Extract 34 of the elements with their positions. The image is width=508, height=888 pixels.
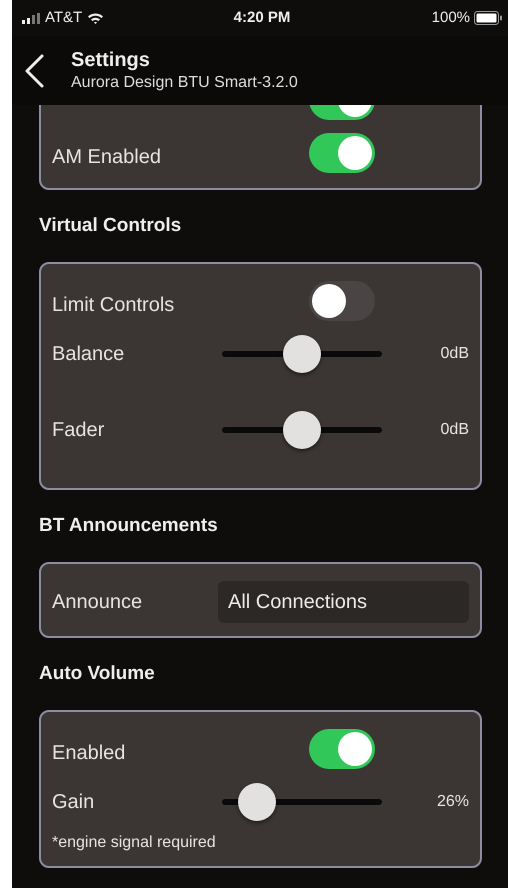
dropdown-field[interactable]: All Connections <box>218 581 469 623</box>
section-title: Virtual Controls <box>39 214 182 238</box>
page-subtitle: Aurora Design BTU Smart-3.2.0 <box>71 72 298 92</box>
setting-label: Enabled <box>52 741 126 766</box>
battery-percentage: 100% <box>432 8 470 28</box>
slider-value: 26% <box>436 792 469 812</box>
slider-thumb[interactable] <box>283 335 321 373</box>
wifi-icon <box>87 12 104 24</box>
slider-thumb[interactable] <box>238 783 276 821</box>
carrier-name: AT&T <box>45 8 82 28</box>
clock-time: 4:20 PM <box>234 8 290 28</box>
slider[interactable] <box>222 783 382 821</box>
setting-label: Limit Controls <box>52 293 176 318</box>
setting-label: Balance <box>52 342 126 367</box>
toggle-switch[interactable] <box>309 133 375 173</box>
slider[interactable] <box>222 411 382 449</box>
toggle-switch[interactable] <box>309 281 375 321</box>
back-button[interactable] <box>24 54 44 88</box>
footnote-text: *engine signal required <box>52 833 217 853</box>
slider-value: 0dB <box>440 344 469 364</box>
setting-label: Announce <box>52 590 144 615</box>
section-title: Auto Volume <box>39 662 156 686</box>
slider-thumb[interactable] <box>283 411 321 449</box>
setting-label: Fader <box>52 418 106 443</box>
slider-value: 0dB <box>440 420 469 440</box>
chevron-left-icon <box>24 54 44 88</box>
battery-icon <box>474 11 502 25</box>
toggle-switch[interactable] <box>309 729 375 769</box>
setting-label: AM Enabled <box>52 145 162 170</box>
page-title: Settings <box>71 48 151 72</box>
setting-label: Gain <box>52 790 96 815</box>
slider[interactable] <box>222 335 382 373</box>
section-title: BT Announcements <box>39 514 219 538</box>
signal-icon <box>22 12 40 24</box>
